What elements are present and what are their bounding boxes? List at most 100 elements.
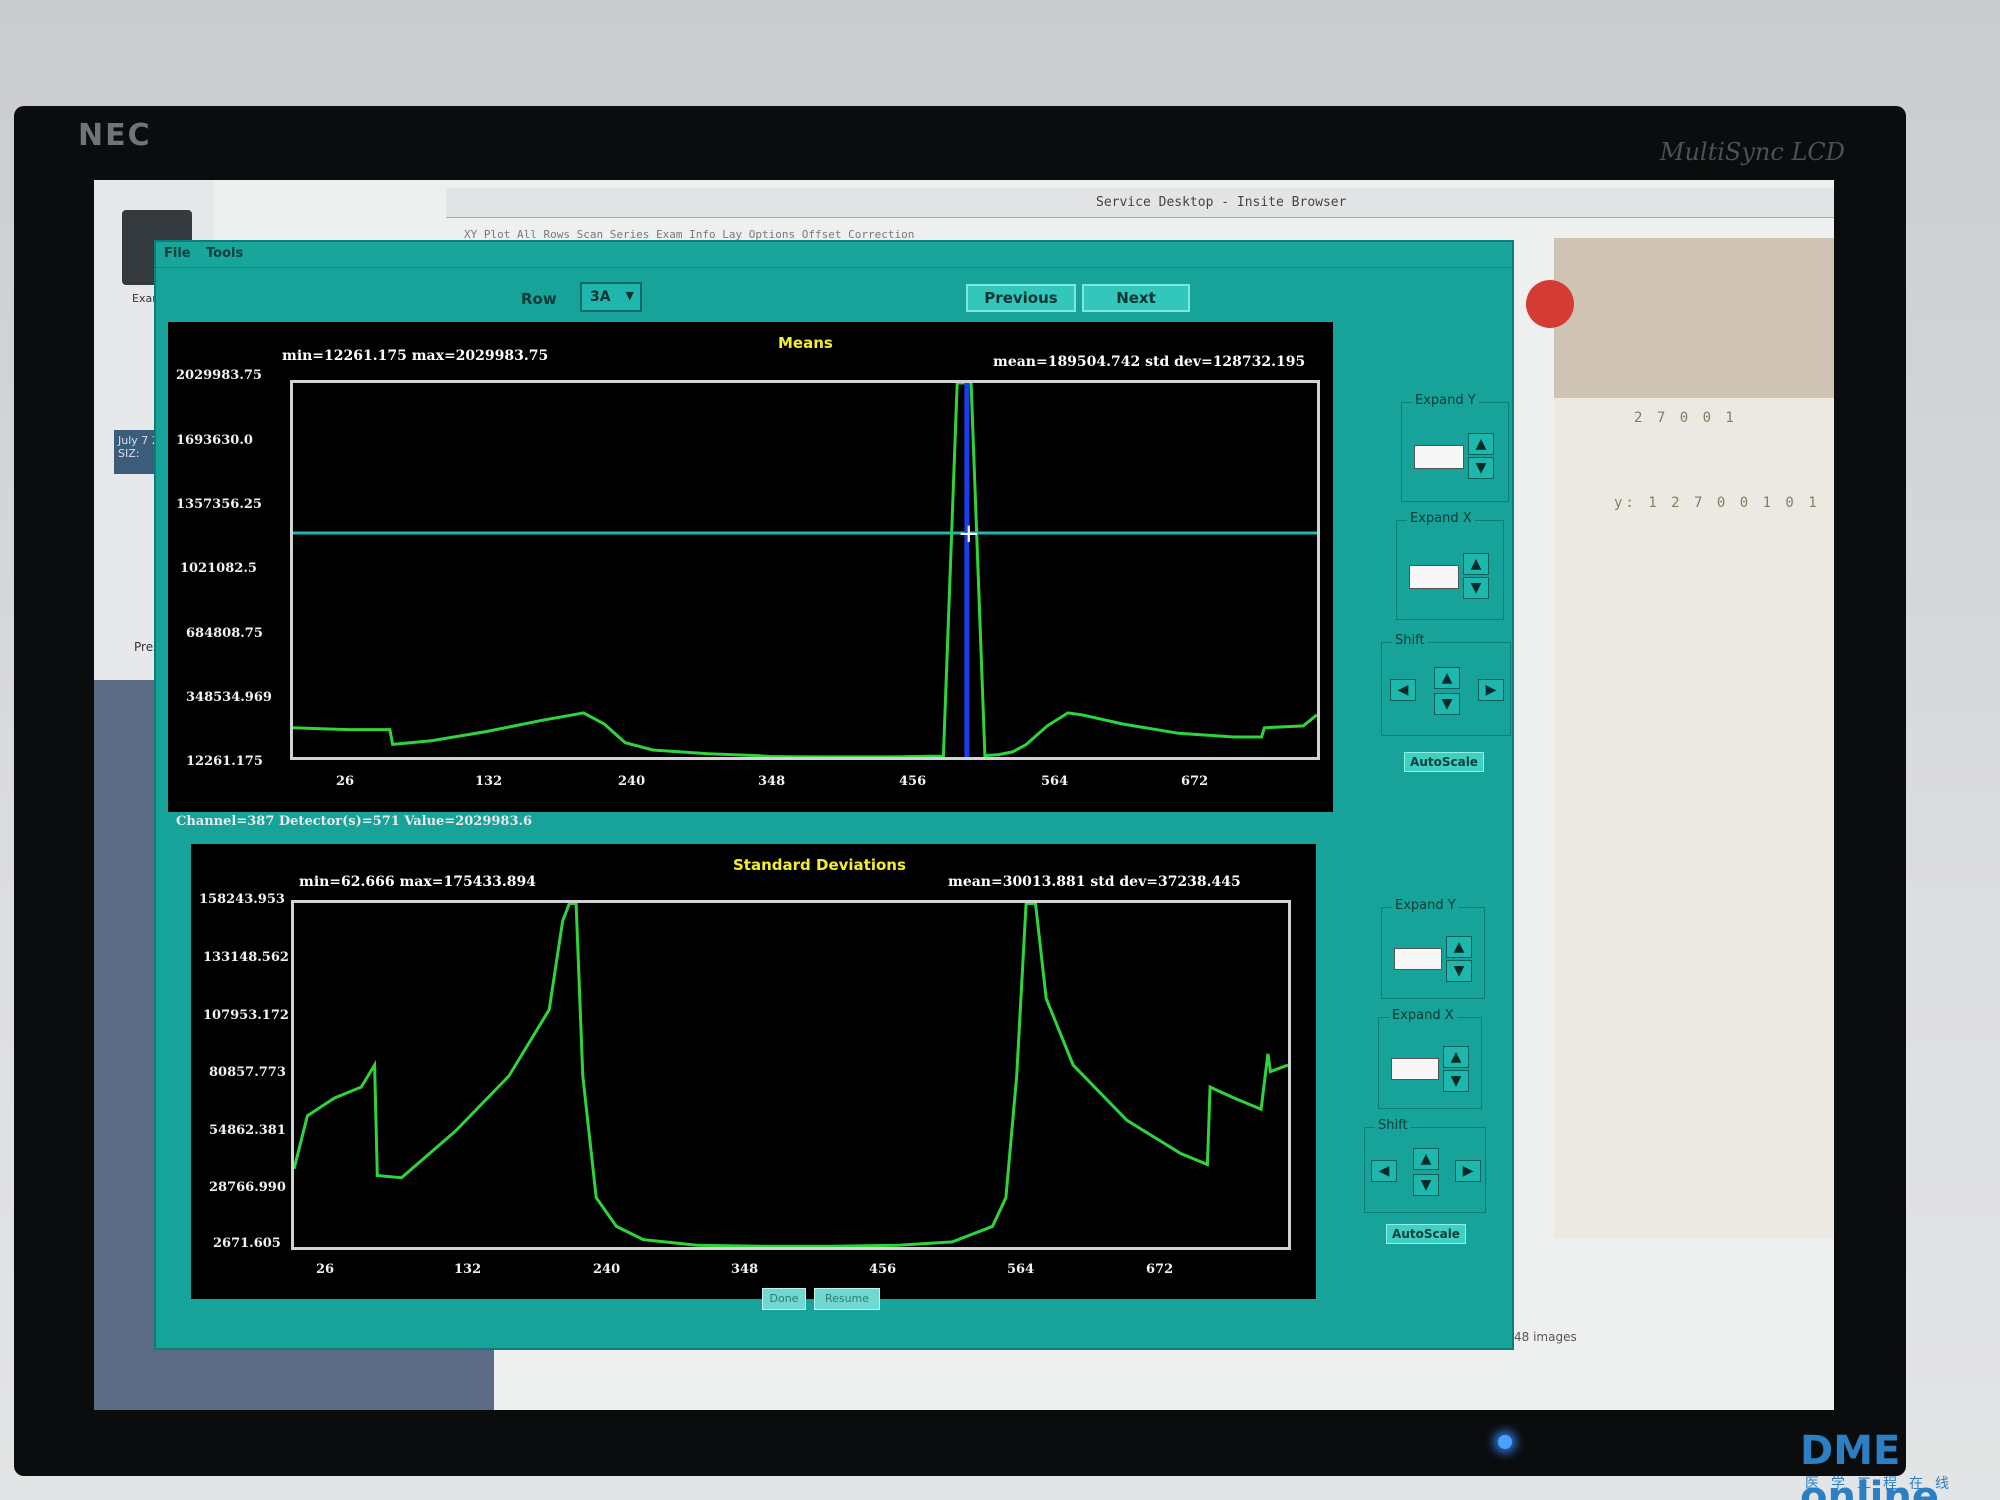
shift-down-icon[interactable]: ▼ xyxy=(1413,1174,1439,1196)
means-ytick: 1693630.0 xyxy=(176,433,253,448)
power-led-icon xyxy=(1498,1435,1512,1449)
means-xtick: 240 xyxy=(618,774,646,789)
shift-left-icon[interactable]: ◀ xyxy=(1390,679,1416,701)
stddev-xtick: 26 xyxy=(316,1262,335,1277)
expand-y-field[interactable] xyxy=(1394,948,1442,970)
expand-x-group-2: Expand X ▲ ▼ xyxy=(1378,1008,1482,1109)
stddev-ytick: 133148.562 xyxy=(203,950,289,965)
monitor-brand: NEC xyxy=(78,118,152,153)
right-id-2: y: 1 2 7 0 0 1 0 1 xyxy=(1614,495,1820,511)
shift-group-2: Shift ◀ ▲ ▼ ▶ xyxy=(1364,1118,1486,1213)
means-ytick: 684808.75 xyxy=(186,626,263,641)
previous-button[interactable]: Previous xyxy=(966,284,1076,312)
stddev-xtick: 456 xyxy=(869,1262,897,1277)
shift-down-icon[interactable]: ▼ xyxy=(1434,693,1460,715)
stddev-ytick: 28766.990 xyxy=(209,1180,286,1195)
expand-y-group: Expand Y ▲ ▼ xyxy=(1401,393,1509,502)
means-ytick: 1357356.25 xyxy=(176,497,262,512)
stddev-xtick: 132 xyxy=(454,1262,482,1277)
shift-up-icon[interactable]: ▲ xyxy=(1413,1148,1439,1170)
means-xtick: 672 xyxy=(1181,774,1209,789)
shift-label: Shift xyxy=(1375,1118,1411,1133)
row-value: 3A xyxy=(590,289,611,305)
expand-y-label: Expand Y xyxy=(1412,393,1479,408)
expand-x-down-icon[interactable]: ▼ xyxy=(1443,1070,1469,1092)
means-xtick: 132 xyxy=(475,774,503,789)
xy-plot-window: File Tools Row 3A ▼ Previous Next Means … xyxy=(154,240,1514,1350)
shift-right-icon[interactable]: ▶ xyxy=(1478,679,1504,701)
resume-button[interactable]: Resume xyxy=(814,1288,880,1310)
series-line xyxy=(292,902,1289,1248)
crosshair-icon: + xyxy=(958,519,980,549)
series-line xyxy=(292,381,1318,759)
stddev-ytick: 107953.172 xyxy=(203,1008,289,1023)
stddev-xtick: 672 xyxy=(1146,1262,1174,1277)
expand-x-down-icon[interactable]: ▼ xyxy=(1463,577,1489,599)
shift-left-icon[interactable]: ◀ xyxy=(1371,1160,1397,1182)
means-minmax: min=12261.175 max=2029983.75 xyxy=(282,348,549,364)
shift-right-icon[interactable]: ▶ xyxy=(1455,1160,1481,1182)
expand-y-label: Expand Y xyxy=(1392,898,1459,913)
stop-icon[interactable] xyxy=(1526,280,1574,328)
browser-title: Service Desktop - Insite Browser xyxy=(1096,195,1347,210)
means-xtick: 564 xyxy=(1041,774,1069,789)
stddev-panel: Standard Deviations min=62.666 max=17543… xyxy=(191,844,1316,1299)
stddev-chart xyxy=(292,902,1289,1248)
expand-x-up-icon[interactable]: ▲ xyxy=(1443,1046,1469,1068)
shift-group: Shift ◀ ▲ ▼ ▶ xyxy=(1381,633,1511,736)
expand-y-up-icon[interactable]: ▲ xyxy=(1468,433,1494,455)
expand-x-up-icon[interactable]: ▲ xyxy=(1463,553,1489,575)
means-title: Means xyxy=(778,334,833,352)
stddev-title: Standard Deviations xyxy=(733,856,906,874)
means-xtick: 26 xyxy=(336,774,355,789)
expand-y-down-icon[interactable]: ▼ xyxy=(1446,960,1472,982)
right-id-1: 2 7 0 0 1 xyxy=(1634,410,1737,426)
stddev-plot-area[interactable] xyxy=(291,900,1291,1250)
right-header xyxy=(1554,238,1834,398)
means-ytick: 348534.969 xyxy=(186,690,272,705)
expand-y-group-2: Expand Y ▲ ▼ xyxy=(1381,898,1485,999)
stddev-ytick: 80857.773 xyxy=(209,1065,286,1080)
means-ytick: 2029983.75 xyxy=(176,368,262,383)
expand-x-field[interactable] xyxy=(1391,1058,1439,1080)
expand-y-up-icon[interactable]: ▲ xyxy=(1446,936,1472,958)
expand-x-field[interactable] xyxy=(1409,565,1459,589)
stddev-xtick: 240 xyxy=(593,1262,621,1277)
stddev-ytick: 2671.605 xyxy=(213,1236,281,1251)
autoscale-button[interactable]: AutoScale xyxy=(1404,752,1484,772)
stddev-minmax: min=62.666 max=175433.894 xyxy=(299,874,537,890)
autoscale-button[interactable]: AutoScale xyxy=(1386,1224,1466,1244)
stddev-ytick: 54862.381 xyxy=(209,1123,286,1138)
done-button[interactable]: Done xyxy=(762,1288,806,1310)
stddev-ytick: 158243.953 xyxy=(199,892,285,907)
monitor-model: MultiSync LCD xyxy=(1659,138,1845,166)
expand-x-label: Expand X xyxy=(1389,1008,1457,1023)
shift-up-icon[interactable]: ▲ xyxy=(1434,667,1460,689)
watermark-subtitle: 医学工程在线 xyxy=(1805,1476,1961,1492)
means-ytick: 1021082.5 xyxy=(180,561,257,576)
menu-file[interactable]: File xyxy=(164,246,191,261)
expand-x-group: Expand X ▲ ▼ xyxy=(1396,511,1504,620)
stddev-meanstd: mean=30013.881 std dev=37238.445 xyxy=(948,874,1241,890)
row-label: Row xyxy=(521,290,557,308)
means-xtick: 348 xyxy=(758,774,786,789)
menu-tools[interactable]: Tools xyxy=(206,246,243,261)
expand-y-down-icon[interactable]: ▼ xyxy=(1468,457,1494,479)
shift-label: Shift xyxy=(1392,633,1428,648)
chevron-down-icon: ▼ xyxy=(625,289,634,302)
screen: Exam 0 July 7 2 SIZ: Prescrib Service De… xyxy=(94,180,1834,1410)
image-count: 48 images xyxy=(1514,1330,1577,1344)
means-panel: Means min=12261.175 max=2029983.75 mean=… xyxy=(168,322,1333,812)
stddev-xtick: 564 xyxy=(1007,1262,1035,1277)
cursor-readout: Channel=387 Detector(s)=571 Value=202998… xyxy=(176,814,533,829)
expand-y-field[interactable] xyxy=(1414,445,1464,469)
browser-titlebar[interactable]: Service Desktop - Insite Browser xyxy=(446,188,1834,218)
means-ytick: 12261.175 xyxy=(186,754,263,769)
means-plot-area[interactable]: + xyxy=(290,380,1320,760)
app-menubar: File Tools xyxy=(156,242,1512,268)
means-meanstd: mean=189504.742 std dev=128732.195 xyxy=(993,354,1306,370)
next-button[interactable]: Next xyxy=(1082,284,1190,312)
expand-x-label: Expand X xyxy=(1407,511,1475,526)
row-select[interactable]: 3A ▼ xyxy=(580,282,642,312)
stddev-xtick: 348 xyxy=(731,1262,759,1277)
